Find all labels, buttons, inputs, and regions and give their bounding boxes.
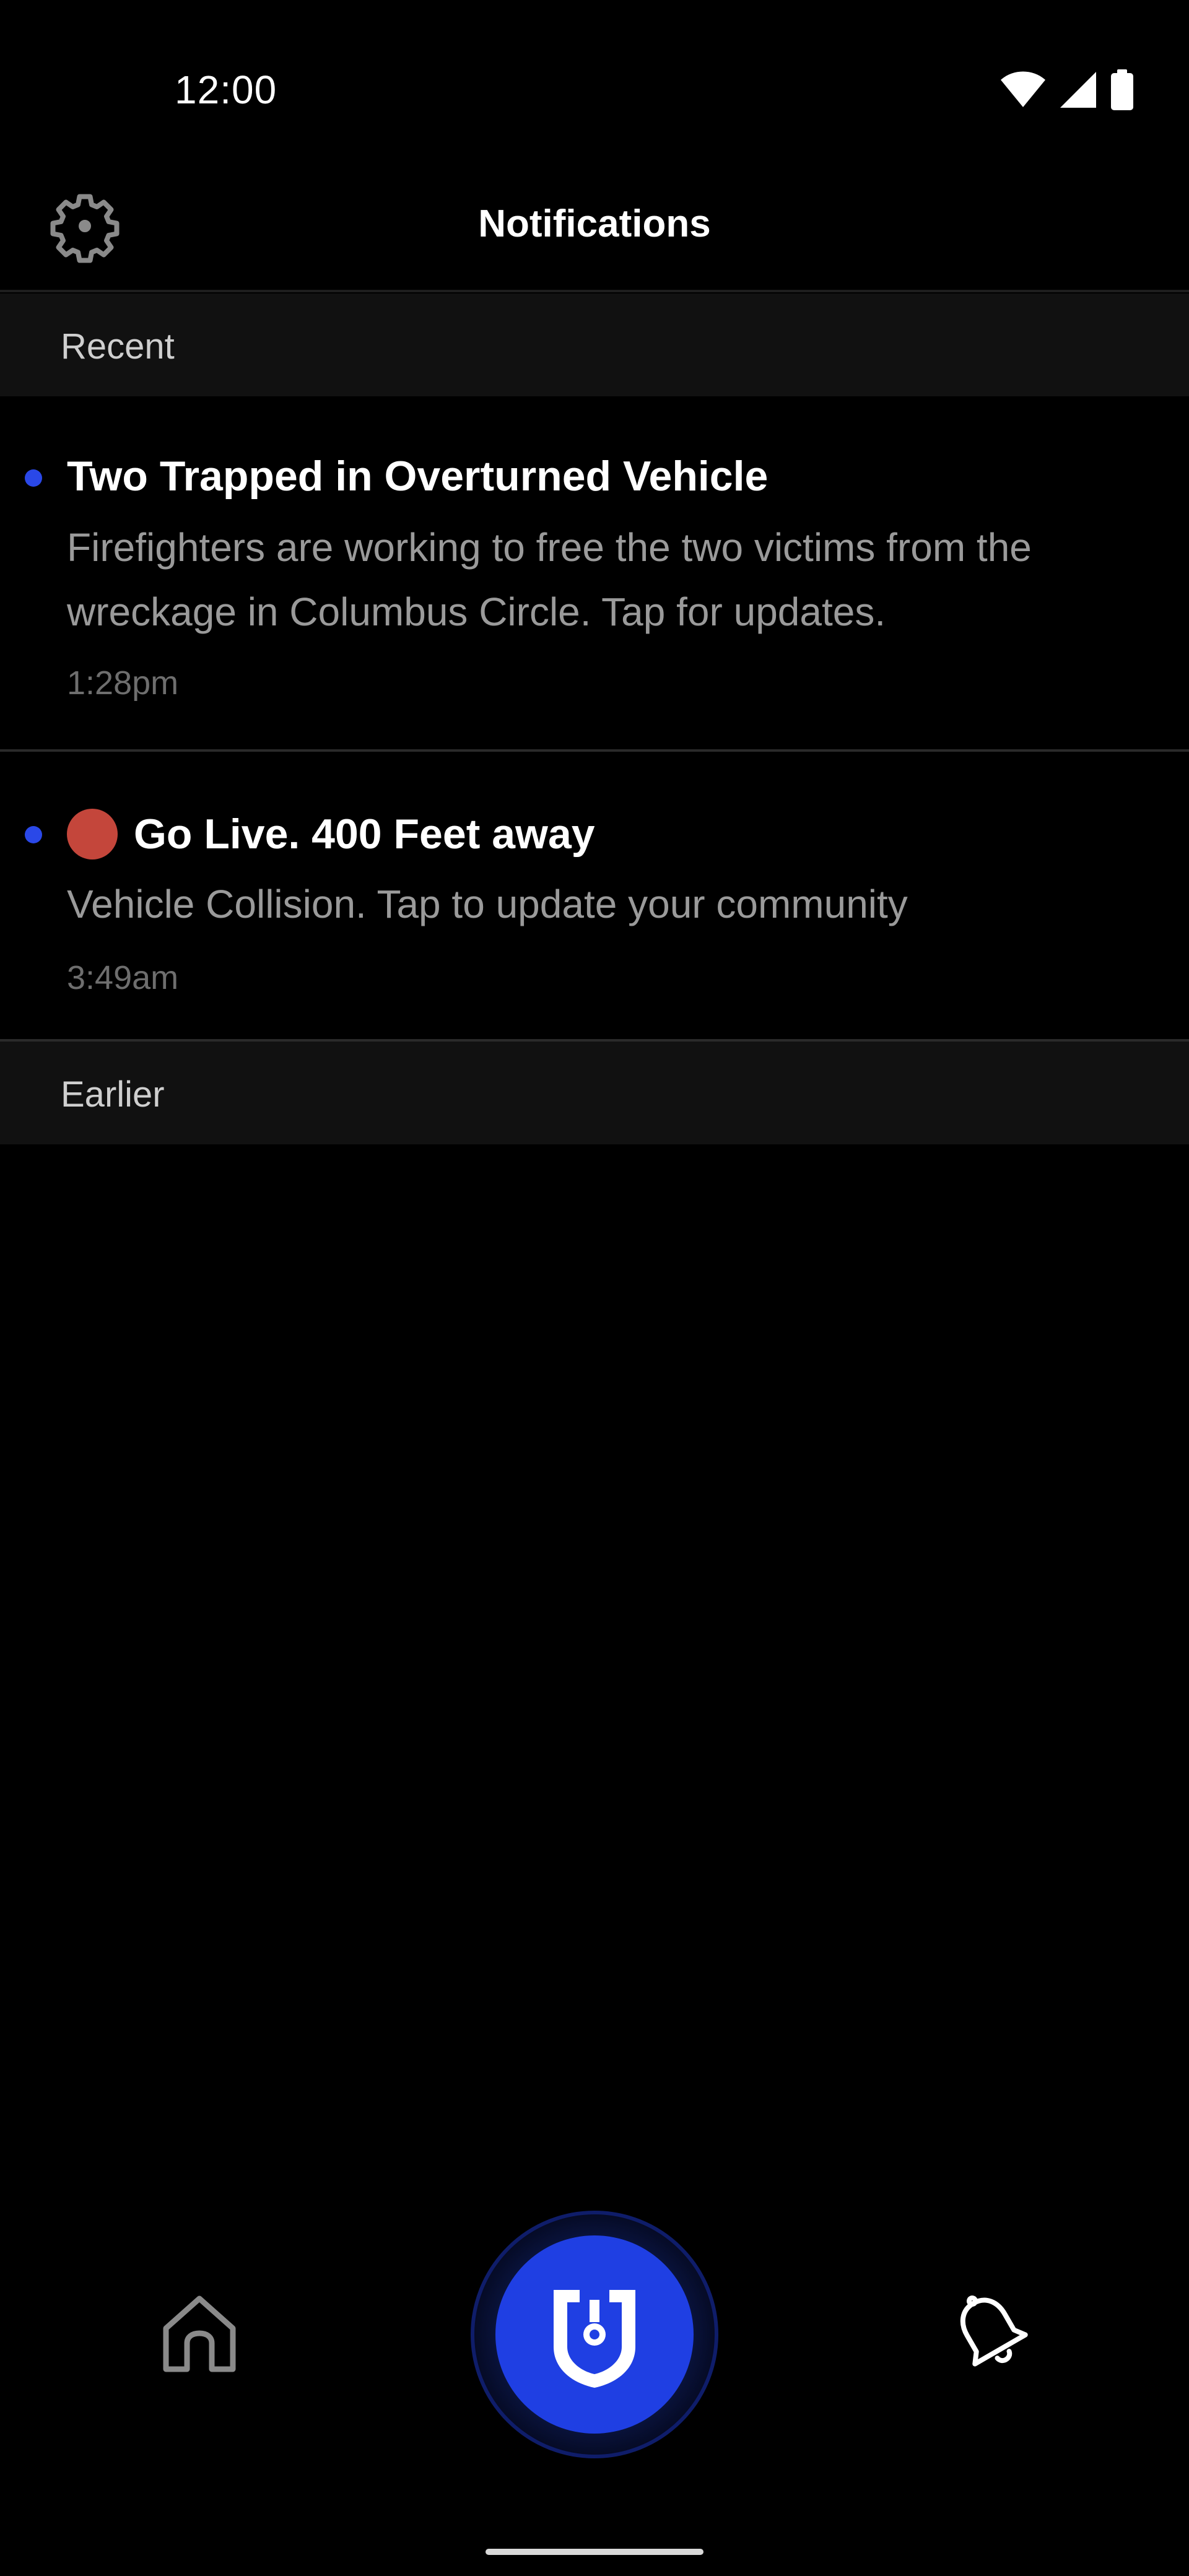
home-icon	[161, 2294, 238, 2376]
notification-title: Go Live. 400 Feet away	[67, 809, 595, 859]
notification-time: 1:28pm	[67, 664, 179, 702]
bell-icon	[951, 2290, 1031, 2380]
section-header-recent: Recent	[0, 294, 1189, 396]
page-title: Notifications	[478, 202, 711, 245]
bottom-nav	[0, 2167, 1189, 2502]
notification-item[interactable]: Go Live. 400 Feet away Vehicle Collision…	[0, 753, 1189, 1042]
notification-title: Two Trapped in Overturned Vehicle	[67, 452, 768, 500]
notification-item[interactable]: Two Trapped in Overturned Vehicle Firefi…	[0, 396, 1189, 752]
battery-icon	[1110, 69, 1135, 110]
section-header-earlier: Earlier	[0, 1042, 1189, 1144]
notification-time: 3:49am	[67, 959, 179, 996]
status-time: 12:00	[175, 67, 277, 112]
status-bar: 12:00	[0, 0, 1189, 180]
live-indicator-icon	[67, 809, 118, 859]
unread-indicator	[25, 826, 42, 843]
status-icons	[1000, 69, 1135, 110]
notification-body: Vehicle Collision. Tap to update your co…	[67, 882, 908, 926]
section-label-recent: Recent	[61, 326, 175, 367]
section-label-earlier: Earlier	[61, 1074, 165, 1115]
shield-icon	[545, 2278, 644, 2392]
app-header: Notifications	[0, 173, 1189, 292]
nav-alerts-button[interactable]	[947, 2285, 1034, 2384]
notifications-screen: 12:00 Notifications Recent Two Trapped i…	[0, 0, 1189, 2576]
center-action-button[interactable]	[495, 2235, 694, 2434]
nav-home-button[interactable]	[156, 2285, 243, 2384]
unread-indicator	[25, 469, 42, 487]
notification-title-text: Two Trapped in Overturned Vehicle	[67, 453, 769, 500]
notification-body: Firefighters are working to free the two…	[67, 525, 1032, 634]
home-indicator[interactable]	[486, 2549, 703, 2555]
signal-icon	[1059, 71, 1097, 109]
wifi-icon	[1000, 71, 1047, 108]
notification-title-text: Go Live. 400 Feet away	[134, 811, 595, 858]
